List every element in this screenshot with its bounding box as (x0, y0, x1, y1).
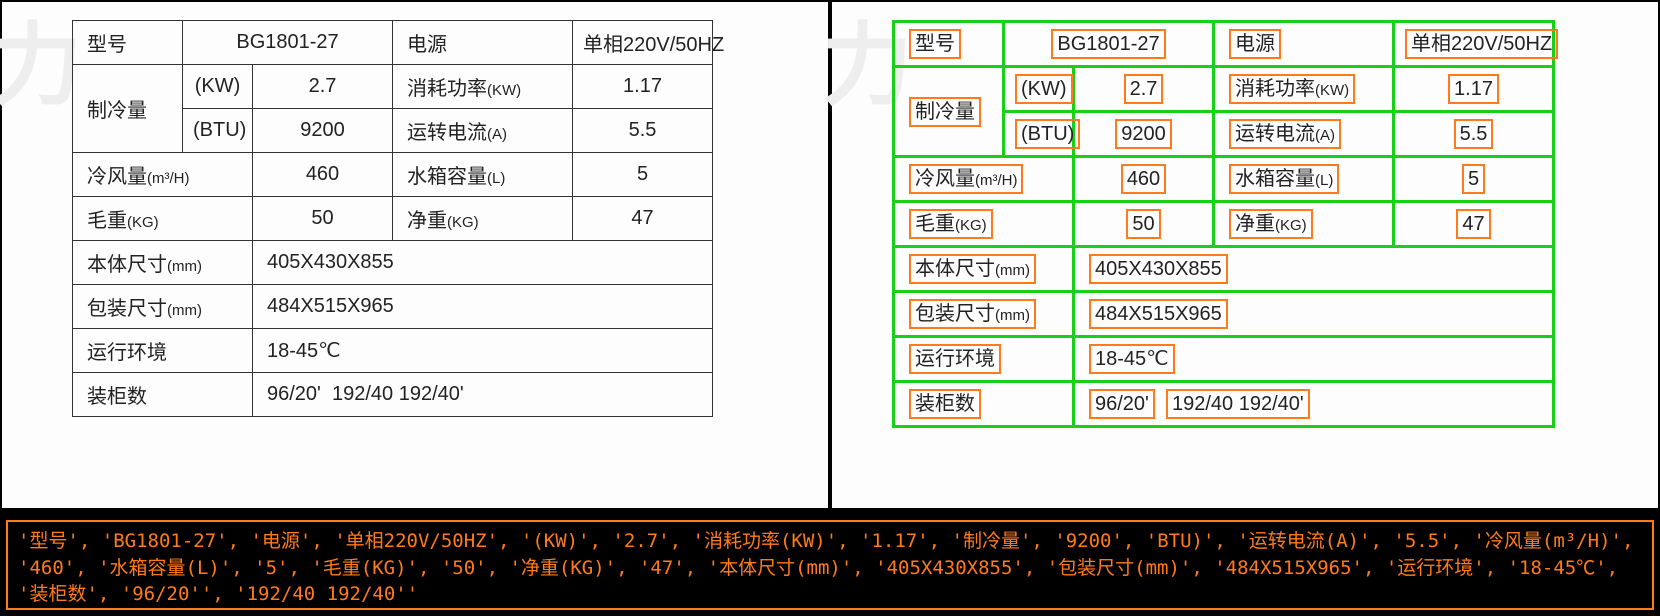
cell-body-label: 本体尺寸(mm) (73, 241, 253, 285)
cell-env-label: 运行环境 (73, 329, 253, 373)
ann-cell: 运行环境 (894, 337, 1074, 382)
left-panel: 力 型号 BG1801-27 电源 单相220V/50HZ 制冷量 (KW) 2… (0, 0, 830, 510)
cell-power-value: 单相220V/50HZ (573, 21, 713, 65)
ann-cell: 制冷量 (894, 67, 1004, 157)
cell-pack-label: 包装尺寸(mm) (73, 285, 253, 329)
cell-cooling-label: 制冷量 (73, 65, 183, 153)
cell-power-label: 电源 (393, 21, 573, 65)
cell-gross-value: 50 (253, 197, 393, 241)
ann-cell: (KW) (1004, 67, 1074, 112)
ann-cell: 5 (1394, 157, 1554, 202)
ann-cell: 毛重(KG) (894, 202, 1074, 247)
ann-cell: 水箱容量(L) (1214, 157, 1394, 202)
annotated-spec-table: 型号 BG1801-27 电源 单相220V/50HZ 制冷量 (KW) 2.7… (892, 20, 1555, 428)
ann-cell: BG1801-27 (1004, 22, 1214, 67)
cell-current-label: 运转电流(A) (393, 109, 573, 153)
ann-cell: 405X430X855 (1074, 247, 1554, 292)
ann-cell: 484X515X965 (1074, 292, 1554, 337)
cell-consume-label: 消耗功率(KW) (393, 65, 573, 109)
cell-consume-value: 1.17 (573, 65, 713, 109)
ann-cell: 单相220V/50HZ (1394, 22, 1554, 67)
cell-airflow-value: 460 (253, 153, 393, 197)
cell-load-label: 装柜数 (73, 373, 253, 417)
cell-tank-value: 5 (573, 153, 713, 197)
ann-cell: 消耗功率(KW) (1214, 67, 1394, 112)
ann-cell: 460 (1074, 157, 1214, 202)
ann-cell: 47 (1394, 202, 1554, 247)
ann-cell: 5.5 (1394, 112, 1554, 157)
cell-model-label: 型号 (73, 21, 183, 65)
ann-cell: 电源 (1214, 22, 1394, 67)
cell-body-value: 405X430X855 (253, 241, 713, 285)
cell-kw-value: 2.7 (253, 65, 393, 109)
cell-tank-label: 水箱容量(L) (393, 153, 573, 197)
right-panel: 力 型号 BG1801-27 电源 单相220V/50HZ 制冷量 (KW) 2… (830, 0, 1660, 510)
cell-btu-label: (BTU) (183, 109, 253, 153)
cell-pack-value: 484X515X965 (253, 285, 713, 329)
ann-cell: 18-45℃ (1074, 337, 1554, 382)
ann-cell: 型号 (894, 22, 1004, 67)
ann-cell: 50 (1074, 202, 1214, 247)
ann-cell: 包装尺寸(mm) (894, 292, 1074, 337)
ann-cell: 装柜数 (894, 382, 1074, 427)
cell-kw-label: (KW) (183, 65, 253, 109)
ann-cell: 1.17 (1394, 67, 1554, 112)
ann-cell: 本体尺寸(mm) (894, 247, 1074, 292)
cell-airflow-label: 冷风量(m³/H) (73, 153, 253, 197)
cell-btu-value: 9200 (253, 109, 393, 153)
spec-table: 型号 BG1801-27 电源 单相220V/50HZ 制冷量 (KW) 2.7… (72, 20, 713, 417)
ann-cell: (BTU) (1004, 112, 1074, 157)
ann-cell: 9200 (1074, 112, 1214, 157)
cell-gross-label: 毛重(KG) (73, 197, 253, 241)
ann-cell: 冷风量(m³/H) (894, 157, 1074, 202)
ann-cell: 96/20' 192/40 192/40' (1074, 382, 1554, 427)
cell-env-value: 18-45℃ (253, 329, 713, 373)
cell-net-label: 净重(KG) (393, 197, 573, 241)
ann-cell: 净重(KG) (1214, 202, 1394, 247)
cell-load-value: 96/20' 192/40 192/40' (253, 373, 713, 417)
extracted-text-footer: '型号', 'BG1801-27', '电源', '单相220V/50HZ', … (6, 520, 1654, 610)
cell-model-value: BG1801-27 (183, 21, 393, 65)
ann-cell: 2.7 (1074, 67, 1214, 112)
cell-current-value: 5.5 (573, 109, 713, 153)
cell-net-value: 47 (573, 197, 713, 241)
ann-cell: 运转电流(A) (1214, 112, 1394, 157)
